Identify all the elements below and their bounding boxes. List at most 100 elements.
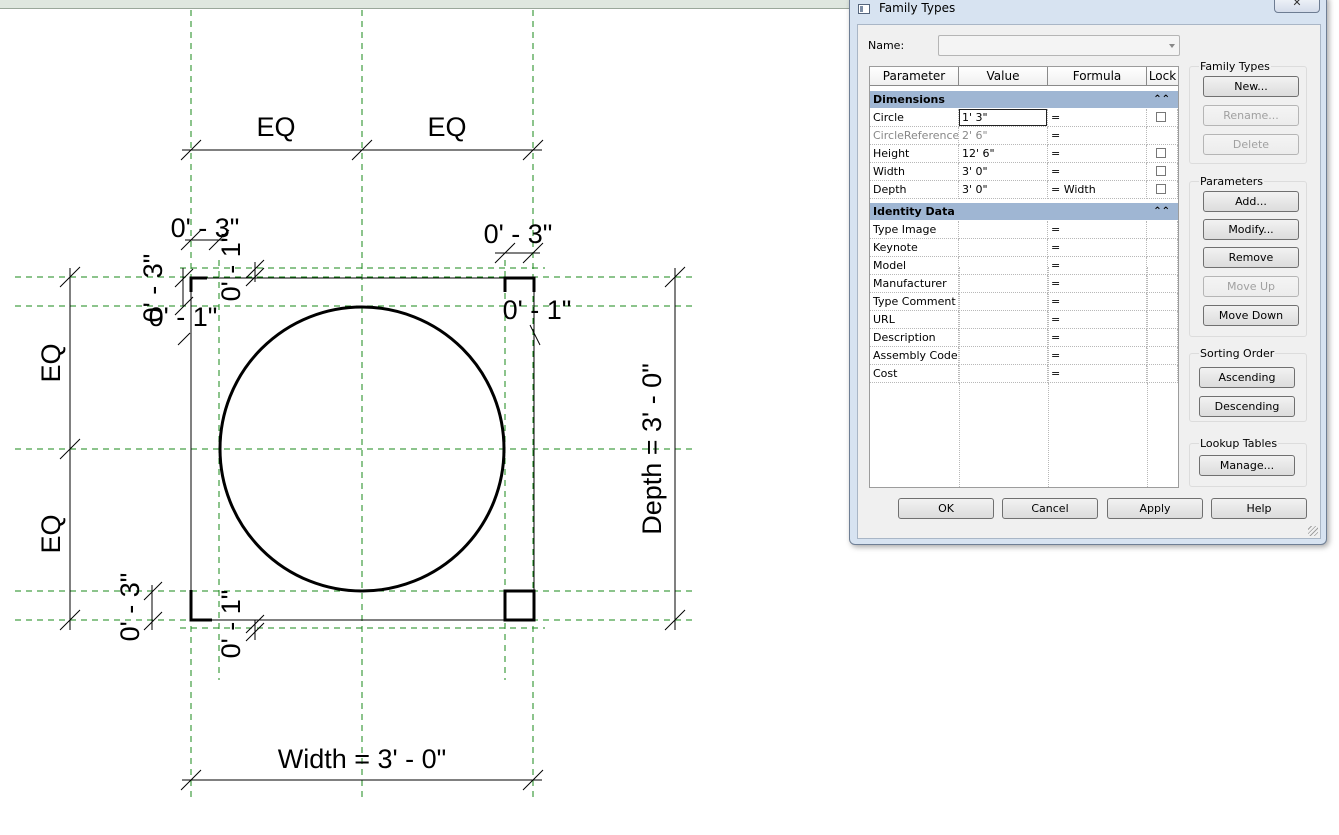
param-value[interactable] — [959, 239, 1048, 257]
param-formula[interactable]: = — [1048, 347, 1147, 365]
rename-type-button[interactable]: Rename... — [1203, 105, 1299, 126]
dim-width[interactable]: Width = 3' - 0" — [278, 744, 447, 774]
dim-eq-top-right[interactable]: EQ — [427, 112, 466, 142]
dialog-titlebar[interactable]: Family Types ✕ — [850, 0, 1326, 17]
table-row: Cost = — [870, 365, 1178, 383]
column-header-parameter[interactable]: Parameter — [870, 67, 959, 86]
resize-grip-icon[interactable] — [1308, 526, 1318, 536]
column-header-value[interactable]: Value — [959, 67, 1048, 86]
apply-button[interactable]: Apply — [1107, 498, 1203, 519]
new-type-button[interactable]: New... — [1203, 76, 1299, 97]
param-formula[interactable]: = Width — [1048, 181, 1147, 199]
corner-top-right[interactable] — [503, 276, 536, 292]
table-row: Type Image = — [870, 221, 1178, 239]
ascending-button[interactable]: Ascending — [1199, 367, 1295, 388]
sorting-order-group-title: Sorting Order — [1199, 347, 1276, 360]
remove-parameter-button[interactable]: Remove — [1203, 247, 1299, 268]
dim-offset-left-top[interactable]: 0' - 3" — [138, 254, 168, 323]
dim-offset-vert-top-left[interactable]: 0' - 1" — [216, 233, 246, 302]
lock-cell — [1147, 311, 1178, 329]
table-row: Circle 1' 3" = — [870, 109, 1178, 127]
name-combobox[interactable] — [938, 35, 1180, 56]
dim-depth[interactable]: Depth = 3' - 0" — [637, 363, 667, 535]
param-formula[interactable]: = — [1048, 329, 1147, 347]
param-value[interactable] — [959, 293, 1048, 311]
corner-bottom-right[interactable] — [503, 589, 536, 622]
table-row: Model = — [870, 257, 1178, 275]
lock-checkbox[interactable] — [1156, 184, 1166, 194]
lock-cell — [1147, 239, 1178, 257]
param-value[interactable] — [959, 329, 1048, 347]
table-row: URL = — [870, 311, 1178, 329]
param-name: Type Comment — [870, 293, 959, 311]
dim-eq-left-bottom[interactable]: EQ — [36, 514, 66, 553]
lock-cell — [1147, 181, 1178, 199]
modify-parameter-button[interactable]: Modify... — [1203, 219, 1299, 240]
lock-cell — [1147, 347, 1178, 365]
move-down-button[interactable]: Move Down — [1203, 305, 1299, 326]
dim-eq-top-left[interactable]: EQ — [256, 112, 295, 142]
dim-offset-right-small[interactable]: 0' - 1" — [503, 295, 572, 325]
group-dimensions[interactable]: Dimensions ⌃⌃ — [870, 91, 1178, 108]
param-formula[interactable]: = — [1048, 109, 1147, 127]
help-button[interactable]: Help — [1211, 498, 1307, 519]
name-label: Name: — [868, 39, 905, 52]
param-value[interactable] — [959, 275, 1048, 293]
param-value[interactable]: 3' 0" — [959, 163, 1048, 181]
lock-checkbox[interactable] — [1156, 112, 1166, 122]
param-value[interactable] — [959, 311, 1048, 329]
dim-offset-bottom-left[interactable]: 0' - 3" — [115, 573, 145, 642]
lookup-tables-group-title: Lookup Tables — [1199, 437, 1279, 450]
descending-button[interactable]: Descending — [1199, 396, 1295, 417]
table-row: Manufacturer = — [870, 275, 1178, 293]
param-value[interactable]: 12' 6" — [959, 145, 1048, 163]
corner-bottom-left[interactable] — [189, 590, 212, 622]
param-value[interactable]: 3' 0" — [959, 181, 1048, 199]
family-editor-canvas[interactable]: EQ EQ 0' - 3" 0' - 3" 0' - 1" 0' - 1" Wi… — [0, 0, 850, 835]
param-formula[interactable]: = — [1048, 257, 1147, 275]
param-formula[interactable]: = — [1048, 221, 1147, 239]
corner-top-left[interactable] — [189, 276, 207, 292]
param-formula[interactable]: = — [1048, 365, 1147, 383]
param-formula[interactable]: = — [1048, 311, 1147, 329]
reference-planes — [15, 10, 695, 800]
add-parameter-button[interactable]: Add... — [1203, 191, 1299, 212]
param-value-input[interactable]: 1' 3" — [959, 109, 1048, 127]
column-header-lock[interactable]: Lock — [1147, 67, 1178, 86]
dim-eq-left-top[interactable]: EQ — [36, 343, 66, 382]
ok-button[interactable]: OK — [898, 498, 994, 519]
group-identity-data[interactable]: Identity Data ⌃⌃ — [870, 203, 1178, 220]
dim-offset-bottom-vert[interactable]: 0' - 1" — [216, 590, 246, 659]
family-types-dialog: Family Types ✕ Name: Parameter Value For… — [849, 0, 1327, 545]
lock-cell — [1147, 109, 1178, 127]
move-up-button[interactable]: Move Up — [1203, 276, 1299, 297]
param-name: Manufacturer — [870, 275, 959, 293]
table-row: CircleReference 2' 6" = — [870, 127, 1178, 145]
double-chevron-up-icon[interactable]: ⌃⌃ — [1153, 203, 1170, 220]
dim-offset-top-right[interactable]: 0' - 3" — [484, 219, 553, 249]
param-formula[interactable]: = — [1048, 239, 1147, 257]
param-name: CircleReference — [870, 127, 959, 145]
param-formula[interactable]: = — [1048, 127, 1147, 145]
close-button[interactable]: ✕ — [1274, 0, 1320, 13]
window-icon — [858, 4, 870, 14]
param-value[interactable] — [959, 257, 1048, 275]
column-header-formula[interactable]: Formula — [1048, 67, 1147, 86]
param-value: 2' 6" — [959, 127, 1048, 145]
param-formula[interactable]: = — [1048, 275, 1147, 293]
param-value[interactable] — [959, 347, 1048, 365]
table-row: Keynote = — [870, 239, 1178, 257]
param-formula[interactable]: = — [1048, 293, 1147, 311]
param-formula[interactable]: = — [1048, 163, 1147, 181]
param-value[interactable] — [959, 365, 1048, 383]
lock-cell — [1147, 365, 1178, 383]
lock-checkbox[interactable] — [1156, 166, 1166, 176]
double-chevron-up-icon[interactable]: ⌃⌃ — [1153, 91, 1170, 108]
param-formula[interactable]: = — [1048, 145, 1147, 163]
cancel-button[interactable]: Cancel — [1002, 498, 1098, 519]
param-value[interactable] — [959, 221, 1048, 239]
delete-type-button[interactable]: Delete — [1203, 134, 1299, 155]
lock-checkbox[interactable] — [1156, 148, 1166, 158]
param-name: Depth — [870, 181, 959, 199]
manage-lookup-button[interactable]: Manage... — [1199, 455, 1295, 476]
